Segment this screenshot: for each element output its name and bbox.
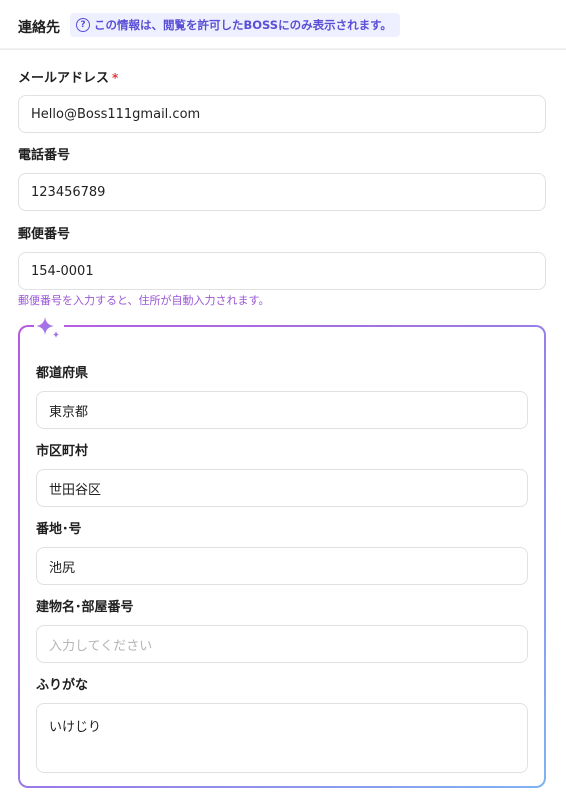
block-label: 番地･号 [36,522,82,537]
phone-field-group: 電話番号 123456789 [18,147,546,211]
privacy-notice-badge: ? この情報は、閲覧を許可したBOSSにのみ表示されます。 [70,13,400,37]
prefecture-input[interactable]: 東京都 [36,391,528,429]
question-circle-icon[interactable]: ? [76,18,90,32]
phone-label: 電話番号 [18,148,71,163]
postal-label: 郵便番号 [18,227,71,242]
email-label: メールアドレス * [18,71,119,86]
prefecture-field-group: 都道府県 東京都 [36,365,528,429]
postal-input[interactable]: 154-0001 [18,252,546,290]
email-field-group: メールアドレス * Hello@Boss111gmail.com [18,69,546,133]
city-label: 市区町村 [36,444,89,459]
building-input[interactable]: 入力してください [36,625,528,663]
contact-form: 連絡先 ? この情報は、閲覧を許可したBOSSにのみ表示されます。 メールアドレ… [0,0,566,796]
city-input[interactable]: 世田谷区 [36,469,528,507]
section-title: 連絡先 [18,20,60,36]
auto-address-box: 都道府県 東京都 市区町村 世田谷区 番地･号 池尻 建物名･部屋番号 入力して… [18,315,546,788]
required-mark: * [112,71,119,85]
block-input[interactable]: 池尻 [36,547,528,585]
building-field-group: 建物名･部屋番号 入力してください [36,599,528,663]
block-field-group: 番地･号 池尻 [36,521,528,585]
postal-field-group: 郵便番号 154-0001 [18,226,546,290]
prefecture-label: 都道府県 [36,366,89,381]
phone-input[interactable]: 123456789 [18,173,546,211]
furigana-textarea[interactable]: いけじり [36,703,528,773]
privacy-notice-text: この情報は、閲覧を許可したBOSSにのみ表示されます。 [94,18,392,32]
section-header: 連絡先 ? この情報は、閲覧を許可したBOSSにのみ表示されます。 [0,0,566,50]
sparkle-icon [34,315,64,341]
city-field-group: 市区町村 世田谷区 [36,443,528,507]
building-label: 建物名･部屋番号 [36,600,134,615]
postal-hint: 郵便番号を入力すると、住所が自動入力されます。 [18,294,270,307]
furigana-label: ふりがな [36,678,89,693]
furigana-field-group: ふりがな いけじり [36,677,528,773]
email-input[interactable]: Hello@Boss111gmail.com [18,95,546,133]
